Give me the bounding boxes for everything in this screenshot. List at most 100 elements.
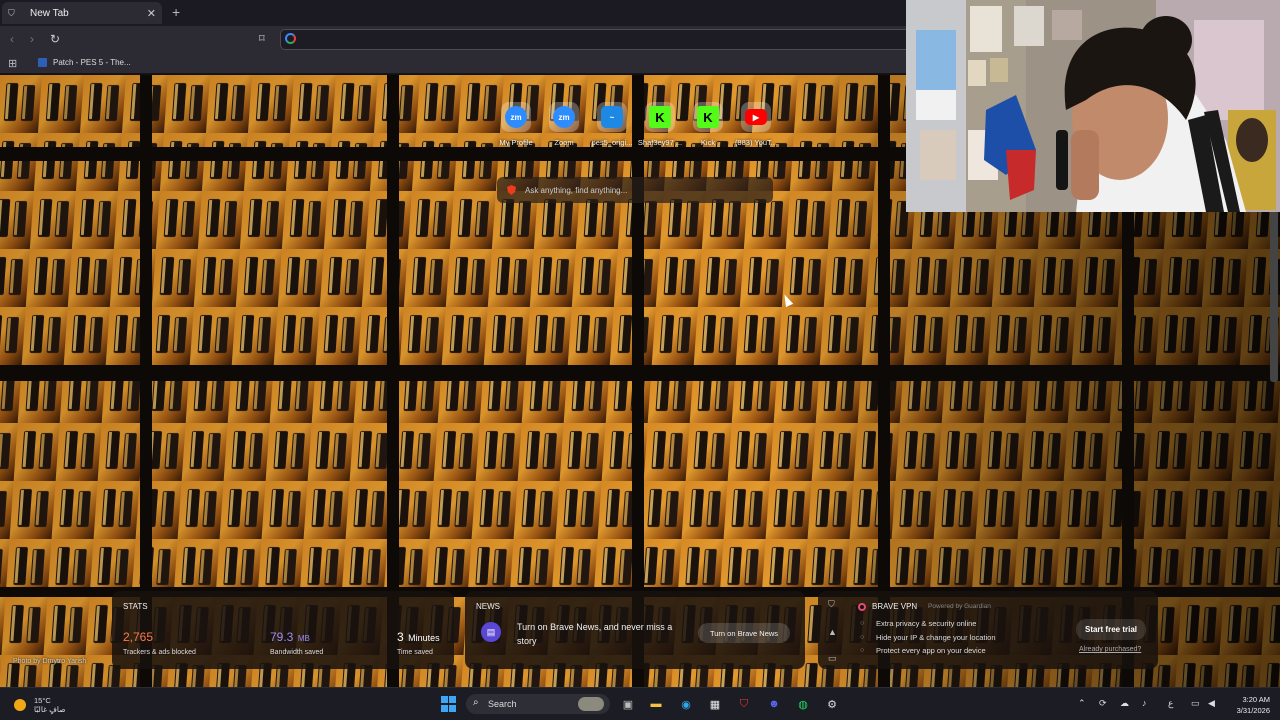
- clock-time: 3:20 AM: [1242, 695, 1270, 704]
- reload-icon[interactable]: ↻: [50, 32, 60, 46]
- vpn-powered-by: Powered by Guardian: [928, 603, 991, 610]
- clock[interactable]: 3:20 AM 3/31/2026: [1226, 694, 1270, 716]
- tab-title: New Tab: [30, 7, 69, 19]
- forward-icon[interactable]: ›: [30, 32, 34, 46]
- app-icon[interactable]: ⚙: [824, 696, 840, 712]
- top-site-label: Kick: [700, 138, 716, 147]
- vpn-title: BRAVE VPN: [872, 602, 918, 611]
- list-item: ○ Hide your IP & change your location: [860, 631, 996, 645]
- taskbar-search[interactable]: ⌕ Search: [466, 694, 610, 714]
- kick-icon: K: [697, 106, 719, 128]
- time-unit: Minutes: [408, 633, 440, 643]
- show-hidden-icons-icon[interactable]: ⌃: [1078, 698, 1086, 709]
- address-bar[interactable]: [280, 29, 920, 50]
- kick-icon: K: [649, 106, 671, 128]
- new-tab-button[interactable]: +: [172, 4, 180, 20]
- bookmark-item[interactable]: Patch - PES 5 - The...: [38, 58, 131, 67]
- top-site-tile-bg: zm: [501, 102, 531, 132]
- apps-grid-icon[interactable]: ⊞: [8, 57, 17, 70]
- feature-text: Protect every app on your device: [876, 646, 986, 656]
- page-scrollbar[interactable]: [1270, 212, 1278, 382]
- weather-widget[interactable]: 15°C صافٍ غالبًا: [14, 696, 66, 714]
- check-icon: ○: [860, 647, 865, 655]
- feature-text: Hide your IP & change your location: [876, 632, 996, 642]
- news-heading: NEWS: [476, 602, 500, 611]
- youtube-icon: ▶: [745, 109, 767, 125]
- bookmark-label: Patch - PES 5 - The...: [53, 58, 131, 67]
- zoom-icon: zm: [553, 106, 575, 128]
- turn-on-news-button[interactable]: Turn on Brave News: [698, 623, 790, 643]
- top-site-tile[interactable]: K Shaf3ey97 ...: [636, 102, 684, 147]
- news-widget: NEWS ▤ Turn on Brave News, and never mis…: [465, 591, 805, 669]
- pes5-icon: ~: [601, 106, 623, 128]
- language-indicator[interactable]: ع: [1168, 698, 1173, 709]
- top-site-label: pes5_origi...: [591, 138, 633, 147]
- file-explorer-icon[interactable]: ▬: [648, 696, 664, 712]
- top-site-tile[interactable]: K Kick: [684, 102, 732, 147]
- search-highlight-icon: [578, 697, 604, 711]
- time-label: Time saved: [397, 649, 433, 656]
- top-site-tile-bg: K: [645, 102, 675, 132]
- bookmark-icon[interactable]: ⌑: [259, 32, 265, 45]
- bandwidth-value: 79.3: [270, 630, 294, 644]
- check-icon: ○: [860, 633, 865, 641]
- trackers-value: 2,765: [123, 630, 154, 644]
- top-site-tile-bg: ▶: [741, 102, 771, 132]
- vpn-header: BRAVE VPN: [858, 602, 917, 611]
- brave-shield-icon: ⛉: [8, 8, 15, 18]
- webcam-person-image: [906, 0, 1280, 212]
- start-button[interactable]: [440, 696, 456, 712]
- bookmark-favicon-icon: [38, 58, 47, 67]
- top-site-tile[interactable]: ~ pes5_origi...: [588, 102, 636, 147]
- screen: ⛉ New Tab ✕ + ‹ › ↻ ⌑ ⊞ Patch - PES 5 - …: [0, 0, 1280, 720]
- spotify-icon[interactable]: ◍: [795, 696, 811, 712]
- time-stat: 3 Minutes Time saved: [397, 628, 440, 656]
- feature-text: Extra privacy & security online: [876, 619, 977, 629]
- top-site-tile[interactable]: ▶ (883) YouT...: [732, 102, 780, 147]
- webcam-overlay: [906, 0, 1280, 212]
- tab-close-icon[interactable]: ✕: [147, 7, 156, 20]
- bandwidth-unit: MB: [297, 634, 310, 643]
- top-site-label: Zoom: [554, 138, 574, 147]
- top-site-tile[interactable]: zm My Profile: [492, 102, 540, 147]
- sync-icon[interactable]: ⟳: [1099, 698, 1107, 709]
- brave-icon[interactable]: ⛉: [736, 696, 752, 712]
- talk-tab-icon[interactable]: ▭: [828, 653, 837, 664]
- stats-heading: STATS: [123, 602, 148, 611]
- top-site-label: (883) YouT...: [734, 138, 778, 147]
- trackers-label: Trackers & ads blocked: [123, 649, 196, 656]
- brave-vpn-widget: BRAVE VPN Powered by Guardian ○ Extra pri…: [848, 591, 1158, 669]
- taskbar-search-label: Search: [488, 699, 517, 709]
- discord-icon[interactable]: ☻: [766, 696, 782, 712]
- volume-icon[interactable]: ◀: [1208, 698, 1215, 709]
- edge-icon[interactable]: ◉: [678, 696, 694, 712]
- stats-widget: STATS 2,765 Trackers & ads blocked 79.3 …: [112, 591, 454, 669]
- task-view-icon[interactable]: ▣: [620, 696, 636, 712]
- network-icon[interactable]: ▭: [1191, 698, 1200, 709]
- store-icon[interactable]: ▦: [707, 696, 723, 712]
- back-icon[interactable]: ‹: [10, 32, 14, 46]
- trackers-stat: 2,765 Trackers & ads blocked: [123, 628, 196, 656]
- photo-credit[interactable]: Photo by Dmytro Yarish: [13, 658, 86, 665]
- list-item: ○ Extra privacy & security online: [860, 617, 996, 631]
- search-input[interactable]: Ask anything, find anything...: [497, 177, 773, 203]
- search-placeholder: Ask anything, find anything...: [525, 185, 628, 195]
- start-free-trial-button[interactable]: Start free trial: [1076, 619, 1146, 640]
- vpn-feature-list: ○ Extra privacy & security online ○ Hide y…: [860, 617, 996, 658]
- top-site-label: Shaf3ey97 ...: [637, 138, 683, 147]
- zoom-icon: zm: [505, 106, 527, 128]
- tab-new-tab[interactable]: ⛉ New Tab ✕: [2, 2, 162, 24]
- onedrive-icon[interactable]: ☁: [1120, 698, 1129, 709]
- vpn-logo-icon: [858, 602, 866, 611]
- bandwidth-label: Bandwidth saved: [270, 649, 324, 656]
- microphone-icon[interactable]: ♪: [1142, 698, 1147, 708]
- vpn-tab-icon[interactable]: ⛉: [828, 599, 835, 610]
- top-sites: zm My Profile zm Zoom ~ pes5_origi... K …: [492, 102, 780, 147]
- weather-condition: صافٍ غالبًا: [34, 705, 66, 714]
- brave-logo-icon: [507, 185, 516, 195]
- list-item: ○ Protect every app on your device: [860, 644, 996, 658]
- already-purchased-link[interactable]: Already purchased?: [1079, 646, 1141, 653]
- top-site-tile[interactable]: zm Zoom: [540, 102, 588, 147]
- top-site-tile-bg: zm: [549, 102, 579, 132]
- rewards-tab-icon[interactable]: ▲: [828, 627, 837, 637]
